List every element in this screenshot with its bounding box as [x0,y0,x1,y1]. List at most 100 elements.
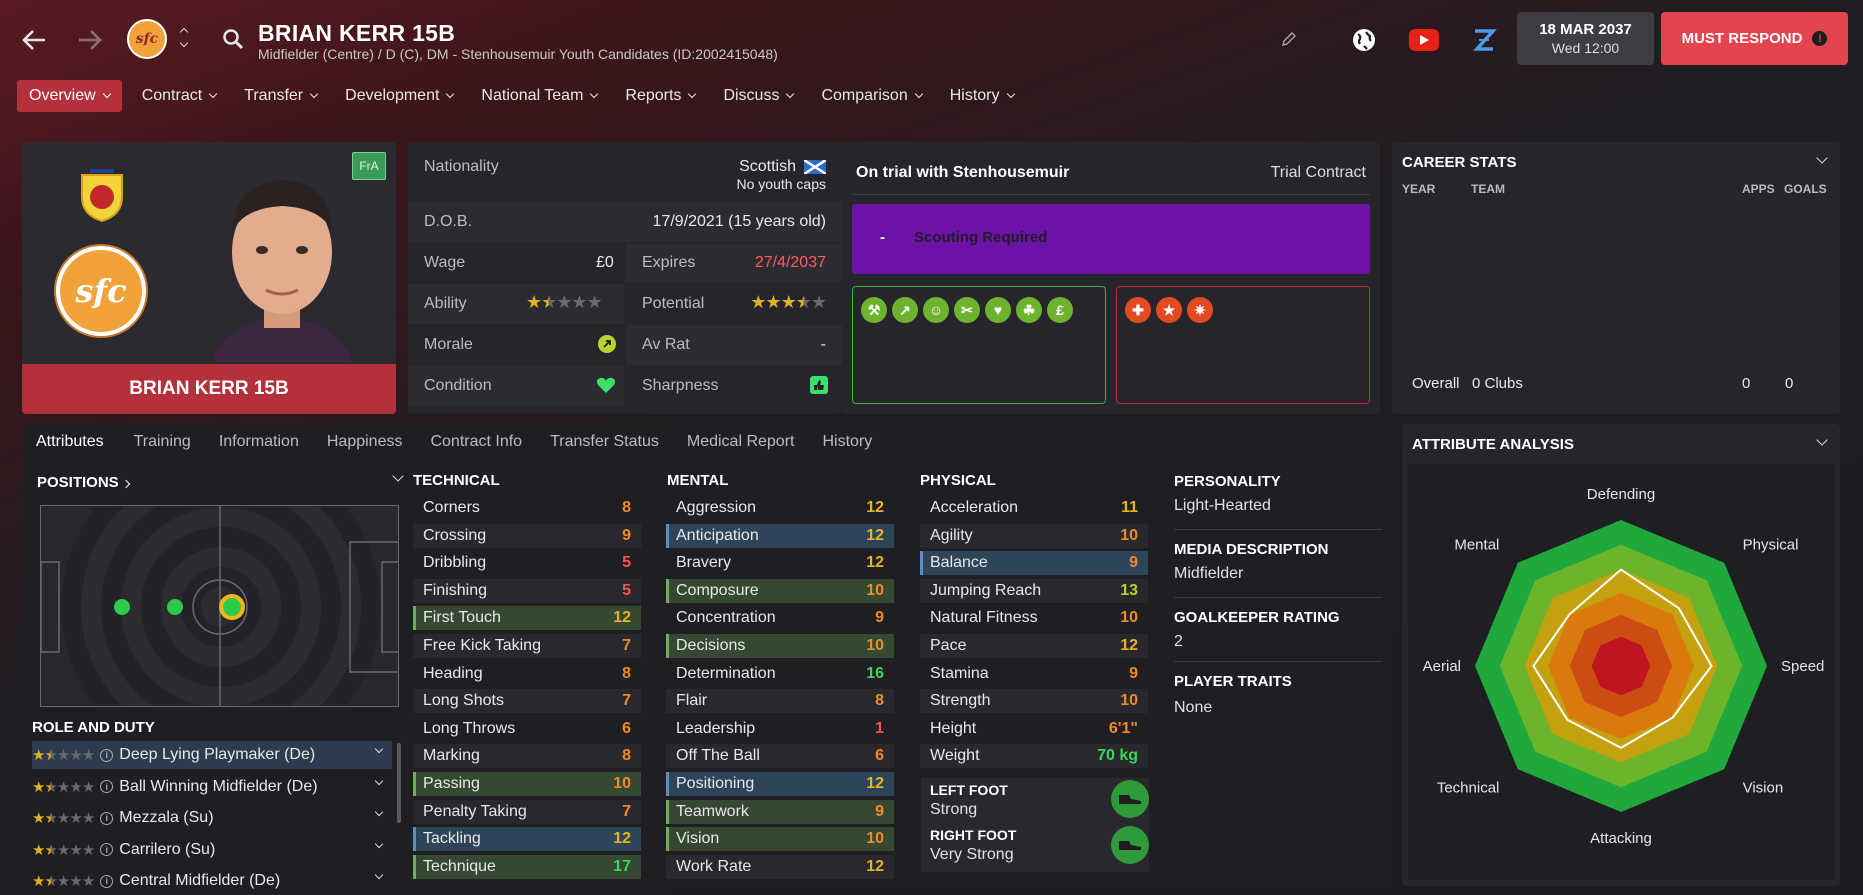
tab-transfer-status[interactable]: Transfer Status [538,426,671,458]
info-icon[interactable]: i [100,780,114,793]
mental-attr-row[interactable]: Decisions 10 [666,634,894,658]
mental-attr-row[interactable]: Work Rate 12 [666,854,894,879]
leaves-icon[interactable]: ☘ [1016,297,1042,323]
star-icon[interactable]: ★ [1156,297,1182,323]
mental-attr-row[interactable]: Positioning 12 [666,772,894,796]
positions-title[interactable]: POSITIONS [37,474,131,491]
mental-attr-row[interactable]: Concentration 9 [666,606,894,630]
nav-overview[interactable]: Overview [17,80,122,112]
national-team-crest[interactable] [76,167,128,223]
tab-medical-report[interactable]: Medical Report [675,426,807,458]
syringe-icon[interactable]: ✂ [954,297,980,323]
club-switcher[interactable] [176,24,190,56]
nav-discuss[interactable]: Discuss [711,80,805,112]
zen-button[interactable] [1470,26,1498,59]
physical-attr-row[interactable]: Pace 12 [920,634,1148,658]
burst-icon[interactable]: ✷ [1187,297,1213,323]
nav-history[interactable]: History [938,80,1026,112]
mental-attr-row[interactable]: Vision 10 [666,827,894,852]
money-icon[interactable]: £ [1047,297,1073,323]
technical-attr-row[interactable]: First Touch 12 [413,606,641,631]
nav-national-team[interactable]: National Team [469,80,609,112]
info-icon[interactable]: i [100,748,114,762]
globe-button[interactable] [1351,27,1377,58]
nav-reports[interactable]: Reports [613,80,707,112]
physical-attr-row[interactable]: Natural Fitness 10 [920,606,1148,630]
roles-scrollbar[interactable] [397,743,401,823]
physical-attr-row[interactable]: Stamina 9 [920,662,1148,686]
personality-value[interactable]: Light-Hearted [1174,497,1271,515]
tab-attributes[interactable]: Attributes [24,426,116,458]
info-icon[interactable]: i [100,811,114,825]
technical-attr-row[interactable]: Free Kick Taking 7 [413,634,641,658]
search-button[interactable] [222,28,244,55]
condition-heart-icon[interactable] [596,376,616,399]
info-icon[interactable]: i [100,843,114,856]
role-item[interactable]: ★★★★★ i Mezzala (Su) [32,804,392,832]
must-respond-button[interactable]: MUST RESPOND ! [1661,12,1848,65]
technical-attr-row[interactable]: Passing 10 [413,772,641,796]
trial-contract[interactable]: Trial Contract [1271,164,1366,182]
club-badge[interactable]: sfc [127,19,167,59]
tab-information[interactable]: Information [207,426,311,458]
trend-up-icon[interactable]: ↗ [892,297,918,323]
radar-chart[interactable]: Defending Physical Speed Vision Attacking Tec… [1402,454,1840,884]
chevron-down-icon[interactable] [374,807,384,817]
technical-attr-row[interactable]: Marking 8 [413,744,641,769]
physical-attr-row[interactable]: Agility 10 [920,523,1148,548]
role-item[interactable]: ★★★★★ i Ball Winning Midfielder (De) [32,773,392,801]
mental-attr-row[interactable]: Composure 10 [666,578,894,603]
mental-attr-row[interactable]: Leadership 1 [666,717,894,741]
foot-icon[interactable]: ♥ [985,297,1011,323]
tab-history[interactable]: History [810,426,884,458]
tab-happiness[interactable]: Happiness [315,426,415,458]
chevron-down-icon[interactable] [374,776,384,785]
tab-contract-info[interactable]: Contract Info [418,426,534,458]
technical-attr-row[interactable]: Crossing 9 [413,523,641,548]
physical-attr-row[interactable]: Height 6'1" [920,717,1148,741]
physical-attr-row[interactable]: Balance 9 [920,551,1148,576]
chevron-down-icon[interactable] [374,839,384,848]
technical-attr-row[interactable]: Long Throws 6 [413,717,641,741]
mental-attr-row[interactable]: Bravery 12 [666,551,894,575]
mental-attr-row[interactable]: Determination 16 [666,662,894,686]
analysis-collapse-icon[interactable] [1816,434,1828,446]
technical-attr-row[interactable]: Tackling 12 [413,827,641,852]
wrench-icon[interactable]: ⚒ [861,297,887,323]
youtube-button[interactable] [1409,29,1439,51]
technical-attr-row[interactable]: Finishing 5 [413,578,641,603]
potential-stars[interactable]: ★★★★★ [750,292,827,313]
forward-button[interactable] [72,22,108,58]
technical-attr-row[interactable]: Technique 17 [413,854,641,879]
nationality-value[interactable]: Scottish [739,158,796,176]
physical-attr-row[interactable]: Strength 10 [920,689,1148,714]
technical-attr-row[interactable]: Long Shots 7 [413,689,641,714]
role-item[interactable]: ★★★★★ i Carrilero (Su) [32,836,392,864]
physical-attr-row[interactable]: Acceleration 11 [920,496,1148,520]
tab-training[interactable]: Training [122,426,203,458]
status-badge[interactable]: FrA [352,152,386,180]
mental-attr-row[interactable]: Anticipation 12 [666,523,894,548]
head-icon[interactable]: ☺ [923,297,949,323]
club-crest[interactable]: sfc [56,246,146,336]
nav-development[interactable]: Development [333,80,465,112]
physical-attr-row[interactable]: Jumping Reach 13 [920,578,1148,603]
mental-attr-row[interactable]: Flair 8 [666,689,894,714]
technical-attr-row[interactable]: Dribbling 5 [413,551,641,575]
technical-attr-row[interactable]: Penalty Taking 7 [413,799,641,824]
mental-attr-row[interactable]: Teamwork 9 [666,799,894,824]
technical-attr-row[interactable]: Corners 8 [413,496,641,520]
col-team[interactable]: TEAM [1471,182,1505,196]
mental-attr-row[interactable]: Off The Ball 6 [666,744,894,769]
technical-attr-row[interactable]: Heading 8 [413,662,641,686]
role-item[interactable]: ★★★★★ i Central Midfielder (De) [32,867,392,895]
pitch-diagram[interactable] [40,505,399,707]
morale-icon[interactable] [598,335,616,353]
chevron-down-icon[interactable] [374,870,384,880]
role-item[interactable]: ★★★★★ i Deep Lying Playmaker (De) [32,741,392,769]
career-collapse-icon[interactable] [1816,152,1828,164]
nav-transfer[interactable]: Transfer [232,80,329,112]
back-button[interactable] [16,22,52,58]
ability-stars[interactable]: ★★★★★ [526,292,603,313]
nav-contract[interactable]: Contract [130,80,228,112]
